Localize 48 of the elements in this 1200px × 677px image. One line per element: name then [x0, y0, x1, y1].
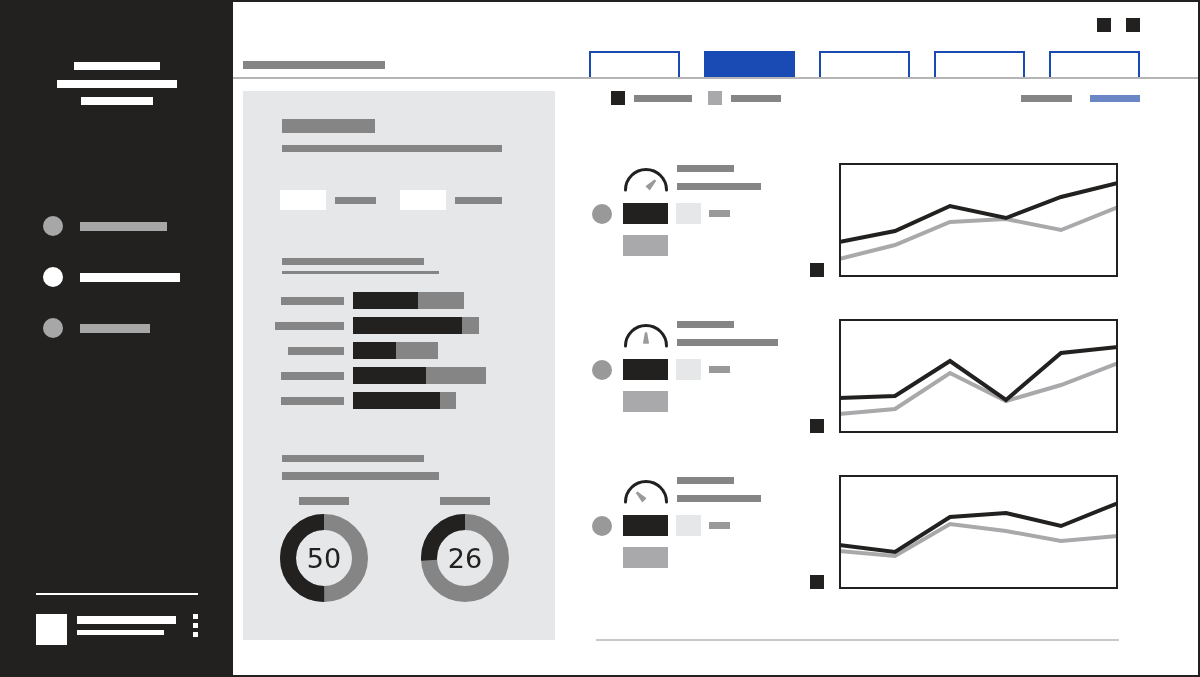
text-placeholder: [634, 94, 692, 102]
input-field[interactable]: [400, 190, 446, 210]
text-placeholder: [299, 497, 349, 505]
action-button[interactable]: [623, 203, 668, 224]
text-placeholder: [709, 366, 730, 373]
text-placeholder: [709, 522, 730, 529]
tab[interactable]: [819, 51, 910, 77]
label-placeholder: [281, 371, 344, 380]
input-field[interactable]: [676, 203, 701, 224]
secondary-button[interactable]: [623, 391, 668, 412]
donut-value: 26: [447, 544, 483, 572]
action-button[interactable]: [623, 515, 668, 536]
nav-item[interactable]: [43, 318, 150, 338]
label-placeholder: [281, 296, 344, 305]
label-placeholder: [275, 321, 344, 330]
text-placeholder: [677, 477, 734, 484]
nav-item[interactable]: [43, 267, 180, 287]
tab[interactable]: [1049, 51, 1140, 77]
label-placeholder: [335, 196, 376, 204]
input-field[interactable]: [676, 359, 701, 380]
input-field[interactable]: [676, 515, 701, 536]
link-placeholder[interactable]: [1090, 94, 1140, 102]
square-marker-icon: [810, 419, 824, 433]
tab[interactable]: [934, 51, 1025, 77]
nav-item[interactable]: [43, 216, 167, 236]
more-icon[interactable]: [193, 614, 198, 637]
text-placeholder: [709, 210, 730, 217]
label-placeholder: [80, 323, 150, 333]
input-field[interactable]: [280, 190, 326, 210]
text-placeholder: [440, 497, 490, 505]
secondary-button[interactable]: [623, 235, 668, 256]
donut-value: 50: [306, 544, 342, 572]
logo-icon: [57, 62, 177, 105]
square-marker-icon: [810, 575, 824, 589]
action-button[interactable]: [623, 359, 668, 380]
square-marker-icon: [810, 263, 824, 277]
secondary-button[interactable]: [623, 547, 668, 568]
label-placeholder: [455, 196, 502, 204]
window-control-icon[interactable]: [1126, 18, 1140, 32]
text-placeholder: [677, 165, 734, 172]
label-placeholder: [288, 346, 344, 355]
window-control-icon[interactable]: [1097, 18, 1111, 32]
label-placeholder: [281, 396, 344, 405]
link-placeholder[interactable]: [1021, 94, 1072, 102]
tab[interactable]: [589, 51, 680, 77]
avatar-placeholder: [36, 614, 67, 645]
text-placeholder: [731, 94, 781, 102]
text-placeholder: [677, 321, 734, 328]
